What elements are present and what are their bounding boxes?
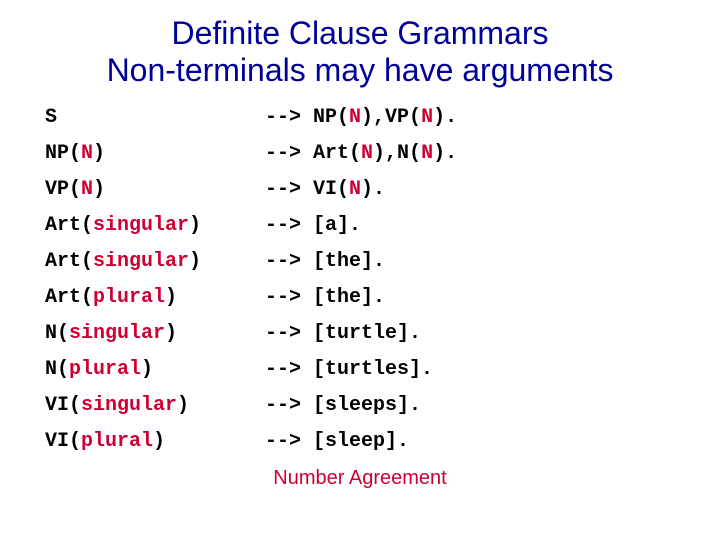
rhs-text: [sleeps]. — [301, 394, 421, 417]
rule-rhs: --> VI(N). — [265, 179, 385, 201]
lhs-text: ) — [165, 286, 177, 309]
arrow: --> — [265, 286, 301, 309]
grammar-rule: VP(N)--> VI(N). — [45, 179, 680, 201]
rhs-text: ). — [433, 142, 457, 165]
rule-lhs: Art(plural) — [45, 287, 265, 309]
rule-lhs: VP(N) — [45, 179, 265, 201]
lhs-text: Art( — [45, 214, 93, 237]
rule-rhs: --> [sleeps]. — [265, 395, 421, 417]
rhs-text: [the]. — [301, 286, 385, 309]
rule-lhs: Art(singular) — [45, 251, 265, 273]
rule-lhs: S — [45, 107, 265, 129]
grammar-rule: VI(plural)--> [sleep]. — [45, 431, 680, 453]
lhs-arg: singular — [81, 394, 177, 417]
lhs-arg: N — [81, 142, 93, 165]
rule-rhs: --> NP(N),VP(N). — [265, 107, 457, 129]
arrow: --> — [265, 250, 301, 273]
rhs-text: ),N( — [373, 142, 421, 165]
rule-rhs: --> [a]. — [265, 215, 361, 237]
title-line-1: Definite Clause Grammars — [172, 15, 549, 51]
grammar-rule: Art(singular)--> [a]. — [45, 215, 680, 237]
lhs-text: ) — [93, 142, 105, 165]
arrow: --> — [265, 106, 301, 129]
lhs-text: VI( — [45, 430, 81, 453]
lhs-text: N( — [45, 358, 69, 381]
title-line-2: Non-terminals may have arguments — [107, 52, 614, 88]
slide-title: Definite Clause Grammars Non-terminals m… — [40, 15, 680, 89]
rule-lhs: VI(singular) — [45, 395, 265, 417]
rhs-text: [the]. — [301, 250, 385, 273]
arrow: --> — [265, 142, 301, 165]
rule-lhs: Art(singular) — [45, 215, 265, 237]
arrow: --> — [265, 322, 301, 345]
rhs-text: ). — [361, 178, 385, 201]
rhs-text: NP( — [301, 106, 349, 129]
lhs-text: Art( — [45, 250, 93, 273]
rule-rhs: --> [turtle]. — [265, 323, 421, 345]
lhs-arg: plural — [93, 286, 165, 309]
rhs-arg: N — [349, 106, 361, 129]
footer-caption: Number Agreement — [40, 467, 680, 490]
grammar-rule: S--> NP(N),VP(N). — [45, 107, 680, 129]
grammar-rule: Art(plural)--> [the]. — [45, 287, 680, 309]
rule-rhs: --> [turtles]. — [265, 359, 433, 381]
lhs-text: ) — [153, 430, 165, 453]
rhs-arg: N — [421, 106, 433, 129]
arrow: --> — [265, 178, 301, 201]
arrow: --> — [265, 358, 301, 381]
lhs-arg: singular — [93, 250, 189, 273]
lhs-text: ) — [189, 214, 201, 237]
grammar-rule: Art(singular)--> [the]. — [45, 251, 680, 273]
rhs-text: ). — [433, 106, 457, 129]
grammar-rule: N(singular)--> [turtle]. — [45, 323, 680, 345]
grammar-rule: VI(singular)--> [sleeps]. — [45, 395, 680, 417]
lhs-text: ) — [189, 250, 201, 273]
lhs-text: VP( — [45, 178, 81, 201]
lhs-arg: singular — [69, 322, 165, 345]
lhs-text: ) — [177, 394, 189, 417]
lhs-text: ) — [93, 178, 105, 201]
rule-rhs: --> Art(N),N(N). — [265, 143, 457, 165]
arrow: --> — [265, 430, 301, 453]
rule-rhs: --> [the]. — [265, 287, 385, 309]
rhs-text: [sleep]. — [301, 430, 409, 453]
rhs-text: [turtles]. — [301, 358, 433, 381]
lhs-text: ) — [141, 358, 153, 381]
rule-lhs: VI(plural) — [45, 431, 265, 453]
rhs-arg: N — [421, 142, 433, 165]
rule-rhs: --> [the]. — [265, 251, 385, 273]
rhs-arg: N — [361, 142, 373, 165]
rule-lhs: N(singular) — [45, 323, 265, 345]
rule-lhs: NP(N) — [45, 143, 265, 165]
rhs-arg: N — [349, 178, 361, 201]
rhs-text: [turtle]. — [301, 322, 421, 345]
lhs-arg: singular — [93, 214, 189, 237]
grammar-rules: S--> NP(N),VP(N).NP(N)--> Art(N),N(N).VP… — [40, 107, 680, 453]
lhs-text: N( — [45, 322, 69, 345]
lhs-text: Art( — [45, 286, 93, 309]
arrow: --> — [265, 394, 301, 417]
grammar-rule: N(plural)--> [turtles]. — [45, 359, 680, 381]
grammar-rule: NP(N)--> Art(N),N(N). — [45, 143, 680, 165]
lhs-arg: plural — [81, 430, 153, 453]
rhs-text: Art( — [301, 142, 361, 165]
rhs-text: VI( — [301, 178, 349, 201]
rule-lhs: N(plural) — [45, 359, 265, 381]
lhs-text: VI( — [45, 394, 81, 417]
rhs-text: ),VP( — [361, 106, 421, 129]
lhs-arg: N — [81, 178, 93, 201]
lhs-text: S — [45, 106, 57, 129]
rule-rhs: --> [sleep]. — [265, 431, 409, 453]
lhs-text: ) — [165, 322, 177, 345]
arrow: --> — [265, 214, 301, 237]
lhs-text: NP( — [45, 142, 81, 165]
lhs-arg: plural — [69, 358, 141, 381]
rhs-text: [a]. — [301, 214, 361, 237]
